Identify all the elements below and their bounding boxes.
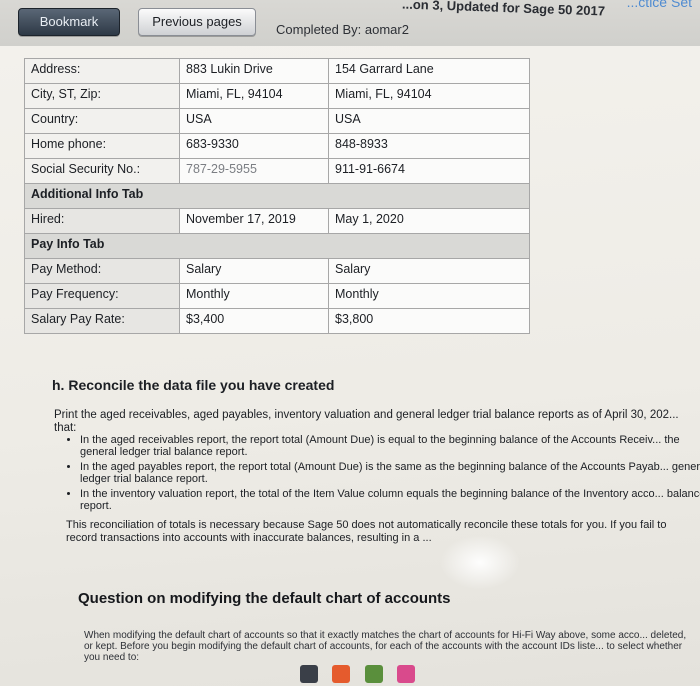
cell-value: Salary xyxy=(328,258,530,284)
bookmark-button[interactable]: Bookmark xyxy=(18,8,120,36)
cell-value: 154 Garrard Lane xyxy=(328,58,530,84)
table-row: Social Security No.: 787-29-5955 911-91-… xyxy=(24,158,530,184)
row-label: Pay Frequency: xyxy=(24,283,180,309)
cell-value: $3,400 xyxy=(179,308,329,334)
reconcile-list: In the aged receivables report, the repo… xyxy=(62,434,700,515)
app-icon[interactable] xyxy=(364,665,383,683)
cell-value: Monthly xyxy=(179,283,329,309)
cell-value: Monthly xyxy=(328,283,530,309)
taskbar-dock xyxy=(300,665,500,686)
top-bar: ...on 3, Updated for Sage 50 2017 ...cti… xyxy=(0,0,700,52)
employee-info-table: Address: 883 Lukin Drive 154 Garrard Lan… xyxy=(24,58,530,334)
row-label: Country: xyxy=(24,108,180,134)
table-row: City, ST, Zip: Miami, FL, 94104 Miami, F… xyxy=(24,83,530,109)
list-item: In the inventory valuation report, the t… xyxy=(80,488,700,512)
cell-value: 848-8933 xyxy=(328,133,530,159)
table-row: Home phone: 683-9330 848-8933 xyxy=(24,133,530,159)
cell-value: November 17, 2019 xyxy=(179,208,329,234)
cell-value: USA xyxy=(328,108,530,134)
cell-value: 911-91-6674 xyxy=(328,158,530,184)
section-title-pay: Pay Info Tab xyxy=(24,233,530,259)
app-icon[interactable] xyxy=(332,665,351,683)
cell-value: 883 Lukin Drive xyxy=(179,58,329,84)
previous-pages-button[interactable]: Previous pages xyxy=(138,8,256,36)
cell-value: 683-9330 xyxy=(179,133,329,159)
reconcile-note: This reconciliation of totals is necessa… xyxy=(66,519,667,544)
screen-glare xyxy=(440,535,520,590)
table-row: Salary Pay Rate: $3,400 $3,800 xyxy=(24,308,530,334)
cell-value: May 1, 2020 xyxy=(328,208,530,234)
table-row: Country: USA USA xyxy=(24,108,530,134)
row-label: Home phone: xyxy=(24,133,180,159)
practice-set-label: ...ctice Set xyxy=(626,0,692,10)
reconcile-heading: h. Reconcile the data file you have crea… xyxy=(52,377,335,393)
list-item: In the aged receivables report, the repo… xyxy=(80,434,700,458)
cell-value: $3,800 xyxy=(328,308,530,334)
question-heading: Question on modifying the default chart … xyxy=(78,590,451,607)
section-title-additional: Additional Info Tab xyxy=(24,183,530,209)
question-text: When modifying the default chart of acco… xyxy=(84,630,687,663)
reconcile-intro: Print the aged receivables, aged payable… xyxy=(54,409,679,434)
completed-by-label: Completed By: aomar2 xyxy=(276,22,409,37)
cell-value: 787-29-5955 xyxy=(179,158,329,184)
section-row: Additional Info Tab xyxy=(24,183,530,209)
row-label: Pay Method: xyxy=(24,258,180,284)
cell-value: USA xyxy=(179,108,329,134)
table-row: Hired: November 17, 2019 May 1, 2020 xyxy=(24,208,530,234)
row-label: Address: xyxy=(24,58,180,84)
row-label: Social Security No.: xyxy=(24,158,180,184)
row-label: Salary Pay Rate: xyxy=(24,308,180,334)
table-row: Address: 883 Lukin Drive 154 Garrard Lan… xyxy=(24,58,530,84)
table-row: Pay Method: Salary Salary xyxy=(24,258,530,284)
table-row: Pay Frequency: Monthly Monthly xyxy=(24,283,530,309)
app-icon[interactable] xyxy=(300,665,318,683)
cell-value: Miami, FL, 94104 xyxy=(328,83,530,109)
section-row: Pay Info Tab xyxy=(24,233,530,259)
app-icon[interactable] xyxy=(397,665,416,683)
document-title: ...on 3, Updated for Sage 50 2017 xyxy=(401,0,606,19)
cell-value: Salary xyxy=(179,258,329,284)
list-item: In the aged payables report, the report … xyxy=(80,461,700,485)
row-label: Hired: xyxy=(24,208,180,234)
cell-value: Miami, FL, 94104 xyxy=(179,83,329,109)
row-label: City, ST, Zip: xyxy=(24,83,180,109)
